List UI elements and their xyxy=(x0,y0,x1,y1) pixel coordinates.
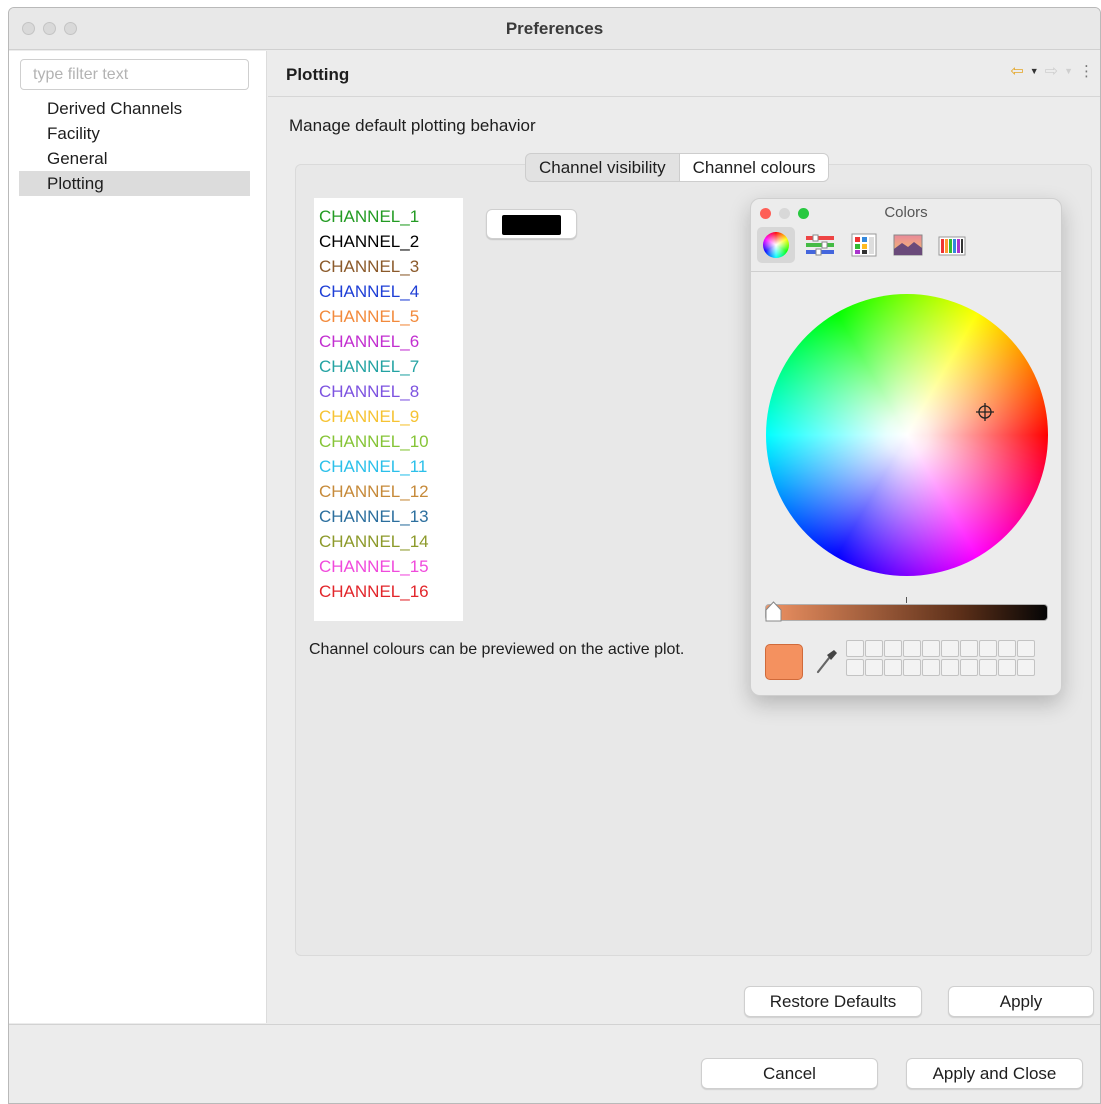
back-dropdown-icon[interactable]: ▼ xyxy=(1030,66,1039,76)
saved-swatch-slot[interactable] xyxy=(865,640,883,657)
saved-swatch-slot[interactable] xyxy=(941,640,959,657)
saved-swatch-slot[interactable] xyxy=(960,640,978,657)
saved-swatch-slot[interactable] xyxy=(979,640,997,657)
saved-swatch-slot[interactable] xyxy=(998,640,1016,657)
channel-item[interactable]: CHANNEL_8 xyxy=(314,379,463,404)
colors-panel: Colors xyxy=(750,198,1062,696)
tab-channel-visibility[interactable]: Channel visibility xyxy=(526,154,679,181)
channel-item[interactable]: CHANNEL_12 xyxy=(314,479,463,504)
channel-item[interactable]: CHANNEL_1 xyxy=(314,204,463,229)
page-title: Plotting xyxy=(286,65,350,84)
brightness-tick xyxy=(906,597,907,603)
nav-item-plotting[interactable]: Plotting xyxy=(19,171,250,196)
selected-color-swatch xyxy=(502,215,561,235)
color-wheel[interactable] xyxy=(766,294,1048,576)
image-palette-icon[interactable] xyxy=(889,227,927,263)
nav-item-derived-channels[interactable]: Derived Channels xyxy=(19,96,250,121)
filter-input[interactable] xyxy=(20,59,249,90)
nav-item-general[interactable]: General xyxy=(19,146,250,171)
saved-swatch-slot[interactable] xyxy=(846,640,864,657)
saved-swatch-slot[interactable] xyxy=(922,640,940,657)
saved-swatch-slot[interactable] xyxy=(865,659,883,676)
tab-channel-colours[interactable]: Channel colours xyxy=(678,154,829,181)
apply-and-close-button[interactable]: Apply and Close xyxy=(906,1058,1083,1089)
colors-panel-title: Colors xyxy=(884,204,928,221)
eyedropper-icon[interactable] xyxy=(815,647,839,675)
saved-swatch-slot[interactable] xyxy=(1017,640,1035,657)
channel-item[interactable]: CHANNEL_14 xyxy=(314,529,463,554)
colors-separator xyxy=(751,271,1061,272)
saved-swatch-slot[interactable] xyxy=(998,659,1016,676)
apply-button[interactable]: Apply xyxy=(948,986,1094,1017)
channel-item[interactable]: CHANNEL_16 xyxy=(314,579,463,604)
preferences-nav: Derived Channels Facility General Plotti… xyxy=(9,51,267,1023)
channel-item[interactable]: CHANNEL_7 xyxy=(314,354,463,379)
page-header-icons: ⇦ ▼ ⇨ ▼ ⋮ xyxy=(1010,61,1094,81)
preferences-window: Preferences Derived Channels Facility Ge… xyxy=(8,7,1101,1104)
channel-item[interactable]: CHANNEL_2 xyxy=(314,229,463,254)
saved-swatch-slot[interactable] xyxy=(884,659,902,676)
saved-swatches-grid xyxy=(846,640,1035,676)
channel-item[interactable]: CHANNEL_6 xyxy=(314,329,463,354)
colors-mode-toolbar xyxy=(757,227,971,263)
channel-item[interactable]: CHANNEL_10 xyxy=(314,429,463,454)
brightness-slider-knob[interactable] xyxy=(765,601,782,622)
current-color-swatch[interactable] xyxy=(765,644,803,680)
color-swatch-button[interactable] xyxy=(486,209,577,239)
nav-item-facility[interactable]: Facility xyxy=(19,121,250,146)
saved-swatch-slot[interactable] xyxy=(903,640,921,657)
saved-swatch-slot[interactable] xyxy=(846,659,864,676)
channel-item[interactable]: CHANNEL_3 xyxy=(314,254,463,279)
window-title: Preferences xyxy=(505,19,604,38)
dialog-button-bar: Cancel Apply and Close xyxy=(9,1024,1100,1103)
sliders-icon[interactable] xyxy=(801,227,839,263)
brightness-slider[interactable] xyxy=(765,604,1048,621)
pencils-icon[interactable] xyxy=(933,227,971,263)
forward-arrow-icon[interactable]: ⇨ xyxy=(1045,61,1058,81)
channel-item[interactable]: CHANNEL_15 xyxy=(314,554,463,579)
cancel-button[interactable]: Cancel xyxy=(701,1058,878,1089)
back-arrow-icon[interactable]: ⇦ xyxy=(1010,61,1023,81)
title-bar: Preferences xyxy=(9,8,1100,50)
channel-item[interactable]: CHANNEL_5 xyxy=(314,304,463,329)
channel-item[interactable]: CHANNEL_4 xyxy=(314,279,463,304)
preferences-page: Plotting ⇦ ▼ ⇨ ▼ ⋮ Manage default plotti… xyxy=(268,51,1100,1023)
color-wheel-icon[interactable] xyxy=(757,227,795,263)
saved-swatch-slot[interactable] xyxy=(1017,659,1035,676)
page-header: Plotting ⇦ ▼ ⇨ ▼ ⋮ xyxy=(268,51,1100,97)
saved-swatch-slot[interactable] xyxy=(960,659,978,676)
page-description: Manage default plotting behavior xyxy=(289,116,536,135)
menu-icon[interactable]: ⋮ xyxy=(1079,62,1094,80)
saved-swatch-slot[interactable] xyxy=(922,659,940,676)
saved-swatch-slot[interactable] xyxy=(979,659,997,676)
restore-defaults-button[interactable]: Restore Defaults xyxy=(744,986,922,1017)
color-picker-crosshair-icon[interactable] xyxy=(975,402,995,422)
channel-item[interactable]: CHANNEL_11 xyxy=(314,454,463,479)
palettes-icon[interactable] xyxy=(845,227,883,263)
forward-dropdown-icon[interactable]: ▼ xyxy=(1064,66,1073,76)
nav-list: Derived Channels Facility General Plotti… xyxy=(19,96,250,196)
channel-list: CHANNEL_1 CHANNEL_2 CHANNEL_3 CHANNEL_4 CHAN… xyxy=(314,198,463,621)
channel-item[interactable]: CHANNEL_13 xyxy=(314,504,463,529)
preview-note: Channel colours can be previewed on the … xyxy=(309,641,685,658)
saved-swatch-slot[interactable] xyxy=(903,659,921,676)
tab-bar: Channel visibility Channel colours xyxy=(525,153,830,182)
channel-item[interactable]: CHANNEL_9 xyxy=(314,404,463,429)
saved-swatch-slot[interactable] xyxy=(884,640,902,657)
saved-swatch-slot[interactable] xyxy=(941,659,959,676)
